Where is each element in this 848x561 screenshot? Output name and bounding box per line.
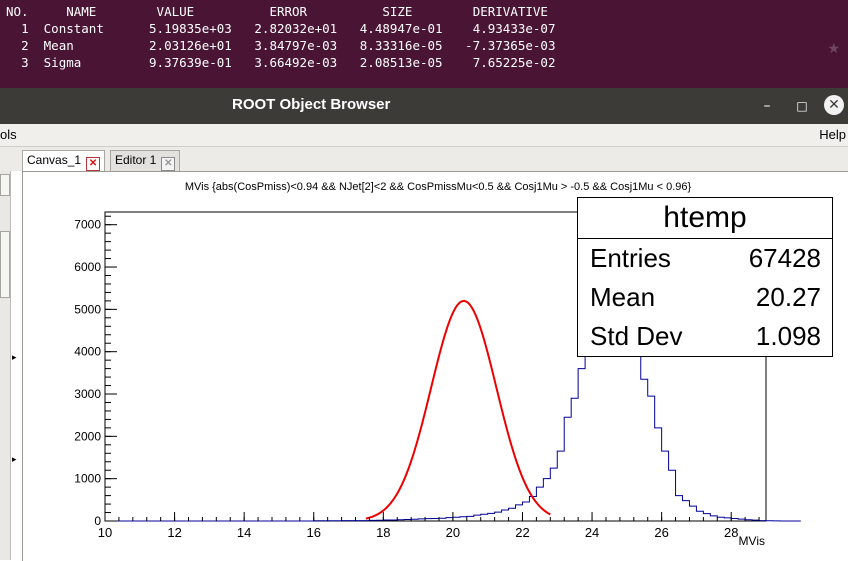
- y-tick-label: 6000: [74, 260, 101, 274]
- close-window-icon[interactable]: ✕: [824, 95, 844, 115]
- close-tab-icon[interactable]: ✕: [86, 157, 101, 171]
- x-tick-label: 22: [515, 525, 529, 540]
- stats-key: Entries: [590, 243, 671, 273]
- stats-key: Std Dev: [590, 321, 683, 351]
- stats-box[interactable]: htemp Entries 67428 Mean 20.27 Std Dev 1…: [577, 197, 833, 357]
- y-tick-label: 0: [94, 514, 101, 528]
- window-titlebar[interactable]: ROOT Object Browser – □ ✕: [0, 88, 848, 124]
- stats-value: 1.098: [755, 321, 821, 351]
- tab-label: Editor 1: [115, 153, 157, 167]
- x-tick-label: 16: [307, 525, 321, 540]
- y-tick-label: 7000: [74, 218, 101, 232]
- fit-row: 3 Sigma 9.37639e-01 3.66492e-03 2.08513e…: [21, 55, 556, 70]
- stats-row-stddev: Std Dev 1.098: [578, 317, 832, 356]
- x-tick-label: 26: [654, 525, 668, 540]
- fit-results-table: NO. NAME VALUE ERROR SIZE DERIVATIVE 1 C…: [0, 0, 555, 71]
- minimize-icon[interactable]: –: [756, 95, 778, 117]
- x-axis-label: MVis: [739, 534, 765, 548]
- gaussian-fit-curve: [365, 299, 551, 520]
- tab-canvas-1[interactable]: Canvas_1 ✕: [22, 150, 106, 171]
- chart-title: MVis {abs(CosPmiss)<0.94 && NJet[2]<2 &&…: [185, 181, 692, 193]
- stats-value: 20.27: [755, 282, 821, 312]
- bookmark-star-icon: ★: [827, 40, 840, 56]
- y-tick-label: 4000: [74, 345, 101, 359]
- terminal-fit-output: ★ NO. NAME VALUE ERROR SIZE DERIVATIVE 1…: [0, 0, 848, 95]
- stats-row-mean: Mean 20.27: [578, 278, 832, 317]
- x-tick-label: 12: [167, 525, 181, 540]
- y-tick-label: 5000: [74, 302, 101, 316]
- stats-value: 67428: [748, 243, 821, 273]
- pane-scroll-box[interactable]: [0, 231, 10, 298]
- maximize-icon[interactable]: □: [791, 95, 813, 117]
- y-tick-label: 1000: [74, 472, 101, 486]
- x-tick-label: 20: [446, 525, 460, 540]
- pane-scroll-box[interactable]: [0, 174, 10, 196]
- left-browser-pane[interactable]: [0, 171, 11, 560]
- x-tick-label: 24: [585, 525, 599, 540]
- stats-row-entries: Entries 67428: [578, 239, 832, 278]
- expand-arrow-icon[interactable]: ▸: [12, 353, 17, 363]
- window-title: ROOT Object Browser: [232, 96, 391, 113]
- stats-key: Mean: [590, 282, 656, 312]
- menu-tools[interactable]: ols: [0, 127, 17, 142]
- y-tick-label: 2000: [74, 429, 101, 443]
- x-tick-label: 28: [724, 525, 738, 540]
- menubar: ols Help: [0, 124, 848, 147]
- fit-row: 1 Constant 5.19835e+03 2.82032e+01 4.489…: [21, 21, 556, 36]
- tab-editor-1[interactable]: Editor 1 ✕: [110, 150, 181, 171]
- tab-bar: Canvas_1 ✕ Editor 1 ✕: [0, 147, 848, 171]
- y-tick-label: 3000: [74, 387, 101, 401]
- expand-arrow-icon[interactable]: ▸: [12, 455, 17, 465]
- x-tick-label: 14: [237, 525, 251, 540]
- fit-row: 2 Mean 2.03126e+01 3.84797e-03 8.33316e-…: [21, 38, 556, 53]
- stats-title: htemp: [578, 198, 832, 239]
- tab-label: Canvas_1: [27, 153, 82, 167]
- fit-header: NO. NAME VALUE ERROR SIZE DERIVATIVE: [6, 4, 548, 19]
- menu-help[interactable]: Help: [819, 127, 846, 142]
- close-tab-icon[interactable]: ✕: [161, 157, 176, 171]
- x-tick-label: 18: [376, 525, 390, 540]
